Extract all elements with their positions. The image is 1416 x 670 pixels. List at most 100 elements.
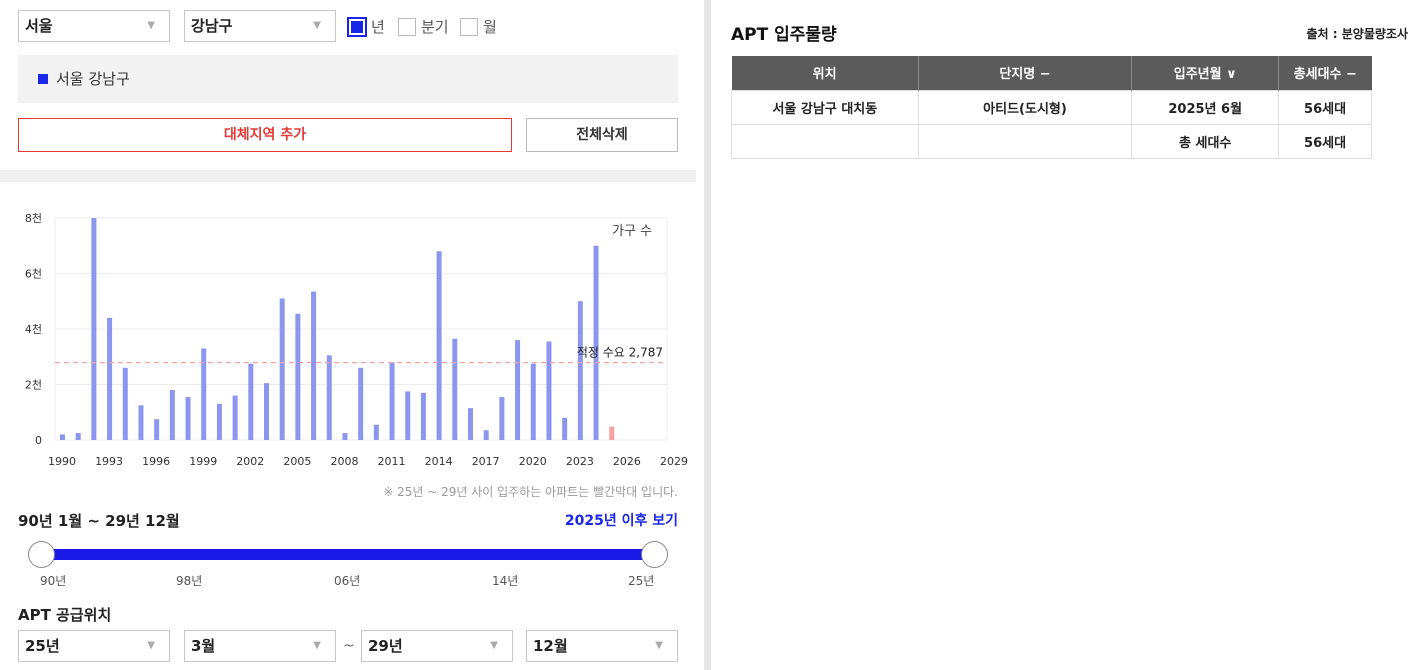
panel-divider[interactable] [704,0,711,670]
column-header-complex[interactable]: 단지명 − [918,56,1133,90]
chart-bar [546,341,552,440]
x-tick-label: 2005 [283,455,311,468]
to-month-value: 12월 [533,637,568,655]
slider-track[interactable] [44,549,652,560]
column-header-location[interactable]: 위치 [731,56,919,90]
range-title: 90년 1월 ~ 29년 12월 [18,512,180,530]
dropdown-arrow-icon: ▼ [655,640,663,651]
dropdown-arrow-icon: ▼ [147,640,155,651]
apt-occupancy-title: APT 입주물량 [731,25,837,45]
x-tick-label: 2014 [425,455,453,468]
chart-bar [107,317,113,440]
chart-bar [169,390,175,440]
chart-bar [60,434,65,440]
chart-bar [389,362,395,440]
x-tick-label: 1996 [142,455,170,468]
table-row: 서울 강남구 대치동 아티드(도시형) 2025년 6월 56세대 [731,89,1372,125]
dropdown-arrow-icon: ▼ [147,20,155,31]
to-month-select[interactable]: 12월 ▼ [526,630,678,662]
x-tick-label: 2029 [660,455,688,468]
period-month-checkbox[interactable]: 월 [460,16,497,37]
chart-legend: 가구 수 [612,224,652,239]
chart-bar [593,245,599,440]
chart-bar [609,426,615,440]
x-tick-label: 2023 [566,455,594,468]
district-select[interactable]: 강남구 ▼ [184,10,336,42]
chart-bar [279,298,285,440]
checkbox-checked-icon [347,16,367,37]
chart-bar [91,218,97,440]
chart-bar [483,430,489,440]
left-panel: 서울 ▼ 강남구 ▼ 년 분기 월 서울 강남구 대체지역 추가 전체삭제 적정… [0,0,696,670]
chart-bar [311,291,317,440]
cell-location: 서울 강남구 대치동 [731,89,919,125]
city-select[interactable]: 서울 ▼ [18,10,170,42]
x-tick-label: 2020 [519,455,547,468]
checkbox-icon [460,17,478,36]
slider-tick-label: 25년 [628,574,655,588]
data-source: 출처 : 분양물량조사 [1306,27,1408,41]
y-tick-label: 6천 [25,267,42,281]
cell-empty [731,123,919,159]
x-tick-label: 2008 [330,455,358,468]
x-tick-label: 1999 [189,455,217,468]
chart-bar [216,403,222,440]
checkbox-icon [398,17,416,36]
chart-bar [232,395,238,440]
column-header-units[interactable]: 총세대수 − [1278,56,1372,90]
cell-total-units: 56세대 [1278,123,1372,159]
chart-bar [264,383,269,440]
period-year-label: 년 [371,18,385,36]
slider-tick-label: 14년 [492,574,519,588]
chart-bar [420,392,426,440]
chart-bar [515,340,521,440]
chart-bar [75,433,81,440]
x-tick-label: 1993 [95,455,123,468]
dropdown-arrow-icon: ▼ [313,20,321,31]
chart-bar [185,396,191,440]
dropdown-arrow-icon: ▼ [490,640,498,651]
section-divider [0,170,696,182]
slider-tick-label: 06년 [334,574,361,588]
y-tick-label: 2천 [25,378,42,392]
city-select-value: 서울 [25,17,53,35]
supply-location-title: APT 공급위치 [18,606,112,624]
period-quarter-checkbox[interactable]: 분기 [398,16,449,37]
chart-bar [358,367,364,440]
to-year-select[interactable]: 29년 ▼ [361,630,513,662]
y-tick-label: 0 [35,434,42,447]
cell-move-in: 2025년 6월 [1131,89,1280,125]
supply-bar-chart: 적정 수요 2,787 0 2천 4천 6천 8천 1990 1993 1996 1999 20… [25,211,688,468]
chart-bar [452,338,458,440]
chart-bar [436,251,442,440]
period-year-checkbox[interactable]: 년 [347,16,385,37]
slider-end-handle[interactable] [641,541,668,568]
period-month-label: 월 [483,18,497,36]
delete-all-button[interactable]: 전체삭제 [526,118,678,152]
after-2025-link[interactable]: 2025년 이후 보기 [565,510,678,530]
chart-bar [468,408,473,440]
x-tick-label: 2011 [378,455,406,468]
x-tick-label: 1990 [48,455,76,468]
dropdown-arrow-icon: ▼ [313,640,321,651]
table-header-row: 위치 단지명 − 입주년월 ∨ 총세대수 − [731,56,1372,90]
column-header-move-in[interactable]: 입주년월 ∨ [1131,56,1280,90]
x-tick-label: 2026 [613,455,641,468]
from-year-select[interactable]: 25년 ▼ [18,630,170,662]
add-region-button[interactable]: 대체지역 추가 [18,118,512,152]
period-range-slider[interactable] [28,540,668,570]
selected-region-label: 서울 강남구 [56,70,130,88]
from-month-select[interactable]: 3월 ▼ [184,630,336,662]
cell-complex: 아티드(도시형) [917,89,1133,125]
chart-bar [562,417,568,440]
chart-bar [248,363,254,440]
chart-bar [405,391,411,440]
from-year-value: 25년 [25,637,60,655]
slider-tick-label: 90년 [40,574,67,588]
reference-line-label: 적정 수요 2,787 [577,346,663,360]
slider-start-handle[interactable] [28,541,55,568]
period-quarter-label: 분기 [421,18,449,36]
chart-bar [138,405,144,440]
series-color-swatch [38,74,48,84]
y-tick-label: 4천 [25,322,42,336]
